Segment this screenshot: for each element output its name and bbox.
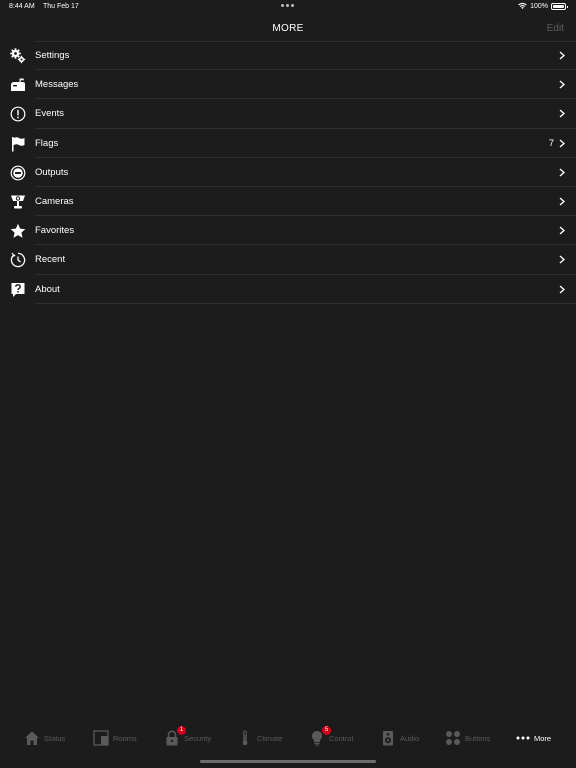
chevron-right-icon (559, 168, 565, 177)
menu-item-about[interactable]: About (0, 275, 576, 304)
home-indicator[interactable] (200, 760, 376, 763)
tab-security[interactable]: 1 Security (164, 726, 212, 748)
mailbox-icon (10, 77, 26, 93)
menu-item-recent[interactable]: Recent (0, 245, 576, 275)
tab-label: Security (184, 733, 212, 743)
more-menu-list: Settings Messages Events Flags 7 Outputs… (0, 41, 576, 304)
control-badge: 5 (322, 726, 331, 735)
tab-label: Rooms (113, 733, 137, 743)
flag-icon (10, 136, 26, 152)
page-title: MORE (272, 23, 304, 34)
more-screen: 8:44 AM Thu Feb 17 100% MORE Edit Settin… (0, 0, 576, 768)
tab-bar: Status Rooms 1 Security Climate 5 Contro… (0, 720, 576, 768)
menu-item-label: Flags (35, 137, 59, 149)
gears-icon (10, 48, 26, 64)
menu-item-label: Recent (35, 254, 66, 266)
tab-label: More (534, 733, 552, 743)
chevron-right-icon (559, 285, 565, 294)
menu-item-label: Settings (35, 50, 70, 61)
chevron-right-icon (559, 255, 565, 264)
security-badge: 1 (177, 726, 186, 735)
menu-item-cameras[interactable]: Cameras (0, 187, 576, 217)
chevron-right-icon (559, 51, 565, 60)
star-icon (10, 223, 26, 239)
menu-item-label: Favorites (35, 225, 75, 237)
tab-label: Control (329, 733, 354, 743)
clock-icon (10, 252, 26, 268)
nav-bar: MORE Edit (0, 14, 576, 42)
tab-more[interactable]: More (516, 728, 551, 748)
tab-control[interactable]: 5 Control (309, 726, 354, 748)
thermometer-icon (237, 730, 253, 746)
chevron-right-icon (559, 197, 565, 206)
lock-icon: 1 (164, 726, 186, 746)
chevron-right-icon (559, 226, 565, 235)
menu-item-messages[interactable]: Messages (0, 70, 576, 100)
status-date: Thu Feb 17 (43, 3, 79, 10)
rooms-icon (93, 730, 109, 746)
tab-label: Climate (257, 733, 283, 743)
tab-label: Status (44, 733, 66, 743)
chevron-right-icon (559, 109, 565, 118)
tab-label: Audio (400, 733, 420, 743)
exclamation-circle-icon (10, 106, 26, 122)
tab-label: Buttons (465, 733, 491, 743)
wifi-icon (518, 2, 527, 9)
menu-item-label: Cameras (35, 195, 74, 207)
status-time: 8:44 AM (9, 3, 35, 10)
menu-item-outputs[interactable]: Outputs (0, 158, 576, 187)
menu-item-label: Outputs (35, 166, 69, 178)
ellipsis-icon (516, 730, 530, 746)
tab-buttons[interactable]: Buttons (445, 728, 490, 748)
tab-climate[interactable]: Climate (237, 728, 282, 748)
tab-audio[interactable]: Audio (380, 728, 419, 748)
menu-item-label: Messages (35, 79, 79, 91)
bulb-icon: 5 (309, 726, 331, 746)
chevron-right-icon (559, 80, 565, 89)
question-icon (10, 282, 26, 298)
menu-item-label: Events (35, 108, 65, 120)
battery-percent: 100% (530, 2, 548, 10)
tab-rooms[interactable]: Rooms (93, 728, 137, 748)
menu-item-label: About (35, 283, 60, 295)
house-icon (24, 730, 40, 746)
menu-item-events[interactable]: Events (0, 99, 576, 129)
chevron-right-icon (559, 139, 565, 148)
battery-icon (551, 2, 568, 10)
status-right: 100% (518, 2, 568, 10)
speaker-icon (380, 730, 396, 746)
tab-status[interactable]: Status (24, 728, 65, 748)
camera-icon (10, 194, 26, 210)
buttons-grid-icon (445, 730, 461, 746)
menu-item-flags[interactable]: Flags 7 (0, 129, 576, 158)
menu-item-settings[interactable]: Settings (0, 41, 576, 71)
flags-count: 7 (548, 137, 554, 149)
edit-button[interactable]: Edit (547, 23, 564, 34)
output-circle-icon (10, 165, 26, 181)
status-bar: 8:44 AM Thu Feb 17 100% (0, 0, 576, 14)
multitasking-dots-icon[interactable] (281, 4, 294, 7)
menu-item-favorites[interactable]: Favorites (0, 216, 576, 246)
